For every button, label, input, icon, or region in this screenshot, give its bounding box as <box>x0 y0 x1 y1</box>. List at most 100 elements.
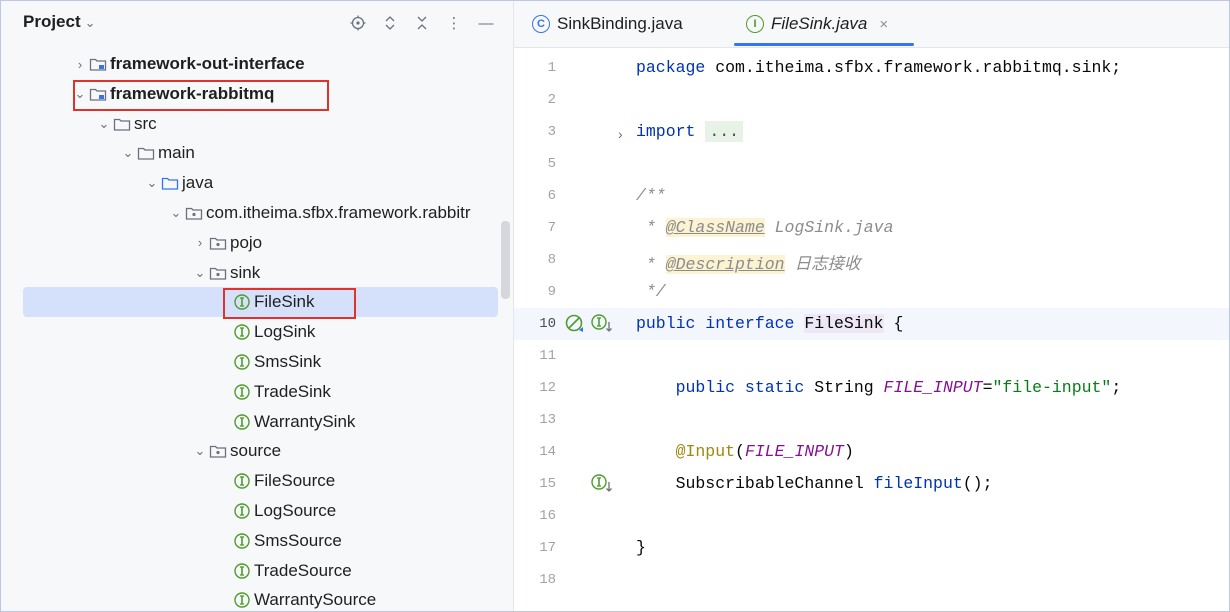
code-line: 9 */ <box>514 276 1229 308</box>
code-line: 8 * @Description 日志接收 <box>514 244 1229 276</box>
tree-item-content: ⌄ com.itheima.sfbx.framework.rabbitr <box>167 203 471 223</box>
project-toolbar: ⋮ — <box>346 11 506 35</box>
tab-label: SinkBinding.java <box>557 14 683 33</box>
project-title: Project <box>23 12 81 31</box>
tree-item[interactable]: WarrantySink <box>1 407 498 437</box>
code-line: 11 <box>514 340 1229 372</box>
highlight-box-module <box>73 80 329 111</box>
tree-scrollbar[interactable] <box>501 221 510 299</box>
chevron-down-icon[interactable]: ⌄ <box>191 443 209 459</box>
tree-item-content: ⌄ java <box>143 173 214 193</box>
tree-item[interactable]: ⌄ src <box>1 109 498 139</box>
tree-item[interactable]: FileSource <box>1 466 498 496</box>
interface-icon <box>233 472 251 490</box>
interface-icon <box>233 383 251 401</box>
tree-item[interactable]: ⌄ com.itheima.sfbx.framework.rabbitr <box>1 198 498 228</box>
tree-item-content: SmsSink <box>215 352 321 372</box>
tree-item[interactable]: LogSink <box>1 317 498 347</box>
tree-item-content: FileSource <box>215 471 335 491</box>
tree-item[interactable]: › framework-out-interface <box>1 49 498 79</box>
code-text: */ <box>636 282 666 301</box>
package-icon <box>209 235 227 251</box>
code-editor[interactable]: 1 package com.itheima.sfbx.framework.rabb… <box>514 48 1229 611</box>
tree-item-label: TradeSink <box>254 381 331 401</box>
expand-all-icon[interactable] <box>378 11 402 35</box>
code-text: * @ClassName LogSink.java <box>636 218 894 237</box>
tree-item-content: WarrantySource <box>215 590 376 610</box>
tree-item[interactable]: › pojo <box>1 228 498 258</box>
line-number: 5 <box>547 156 556 172</box>
source-folder-icon <box>161 175 179 191</box>
chevron-down-icon[interactable]: ⌄ <box>119 145 137 161</box>
tree-item-label: TradeSource <box>254 560 352 580</box>
tree-item[interactable]: LogSource <box>1 496 498 526</box>
code-line: 18 <box>514 564 1229 596</box>
tree-item[interactable]: ⌄ source <box>1 436 498 466</box>
package-icon <box>209 443 227 459</box>
close-icon[interactable]: × <box>879 16 888 33</box>
implemented-method-icon[interactable] <box>590 473 614 500</box>
interface-icon: I <box>746 15 764 33</box>
code-line: 10 public interface FileSink { <box>514 308 1229 340</box>
tree-item[interactable]: ⌄ main <box>1 138 498 168</box>
tree-item-label: framework-out-interface <box>110 54 305 73</box>
tree-item-content: TradeSink <box>215 382 331 402</box>
tree-item-content: ⌄ sink <box>191 262 261 283</box>
no-implementations-icon[interactable] <box>564 313 586 340</box>
collapse-all-icon[interactable] <box>410 11 434 35</box>
code-text: /** <box>636 186 666 205</box>
tree-item[interactable]: SmsSink <box>1 347 498 377</box>
tree-item[interactable]: TradeSink <box>1 377 498 407</box>
implemented-by-icon[interactable] <box>590 313 614 340</box>
tab-filesink[interactable]: I FileSink.java × <box>746 1 888 47</box>
tree-item-label: src <box>134 113 157 133</box>
code-line: 15 SubscribableChannel fileInput(); <box>514 468 1229 500</box>
chevron-right-icon[interactable]: › <box>191 235 209 250</box>
code-line: 5 <box>514 148 1229 180</box>
code-text: SubscribableChannel fileInput(); <box>636 474 993 493</box>
locate-icon[interactable] <box>346 11 370 35</box>
line-number: 18 <box>539 572 556 588</box>
folder-icon <box>137 145 155 161</box>
line-number: 1 <box>547 60 556 76</box>
line-number: 14 <box>539 444 556 460</box>
project-view-selector[interactable]: Project ⌄ <box>23 12 96 32</box>
tree-item-content: ⌄ src <box>95 114 157 134</box>
module-folder-icon <box>89 56 107 72</box>
tree-item-label: WarrantySource <box>254 590 377 610</box>
fold-chevron-icon[interactable]: › <box>618 126 623 142</box>
tree-item[interactable]: TradeSource <box>1 556 498 586</box>
code-text: package com.itheima.sfbx.framework.rabbi… <box>636 58 1122 77</box>
interface-icon <box>233 353 251 371</box>
tree-item-content: WarrantySink <box>215 412 355 432</box>
package-icon <box>185 205 203 221</box>
code-text: @Input(FILE_INPUT) <box>636 442 854 461</box>
highlight-box-filesink <box>223 288 356 319</box>
code-line: 2 <box>514 84 1229 116</box>
chevron-down-icon[interactable]: ⌄ <box>143 175 161 191</box>
tree-item[interactable]: ⌄ sink <box>1 258 498 288</box>
chevron-down-icon[interactable]: ⌄ <box>95 116 113 132</box>
chevron-down-icon[interactable]: ⌄ <box>191 265 209 281</box>
tree-item-content: › framework-out-interface <box>71 54 305 74</box>
line-number: 10 <box>539 316 556 332</box>
tree-item-label: sink <box>230 262 261 282</box>
hide-panel-icon[interactable]: — <box>474 11 498 35</box>
line-number: 2 <box>547 92 556 108</box>
code-line: 13 <box>514 404 1229 436</box>
line-number: 16 <box>539 508 556 524</box>
code-line: 1 package com.itheima.sfbx.framework.rabb… <box>514 52 1229 84</box>
chevron-down-icon[interactable]: ⌄ <box>167 205 185 221</box>
chevron-right-icon[interactable]: › <box>71 57 89 72</box>
more-options-icon[interactable]: ⋮ <box>442 11 466 35</box>
tree-item-label: FileSource <box>254 471 336 491</box>
tab-sinkbinding[interactable]: C SinkBinding.java <box>532 1 683 47</box>
line-number: 15 <box>539 476 556 492</box>
tree-item[interactable]: ⌄ java <box>1 168 498 198</box>
code-text: public static String FILE_INPUT="file-in… <box>636 378 1122 397</box>
tree-item-content: › pojo <box>191 233 262 253</box>
tree-item[interactable]: SmsSource <box>1 526 498 556</box>
tree-item[interactable]: WarrantySource <box>1 585 498 611</box>
interface-icon <box>233 323 251 341</box>
project-panel-header: Project ⌄ ⋮ — <box>1 1 513 45</box>
